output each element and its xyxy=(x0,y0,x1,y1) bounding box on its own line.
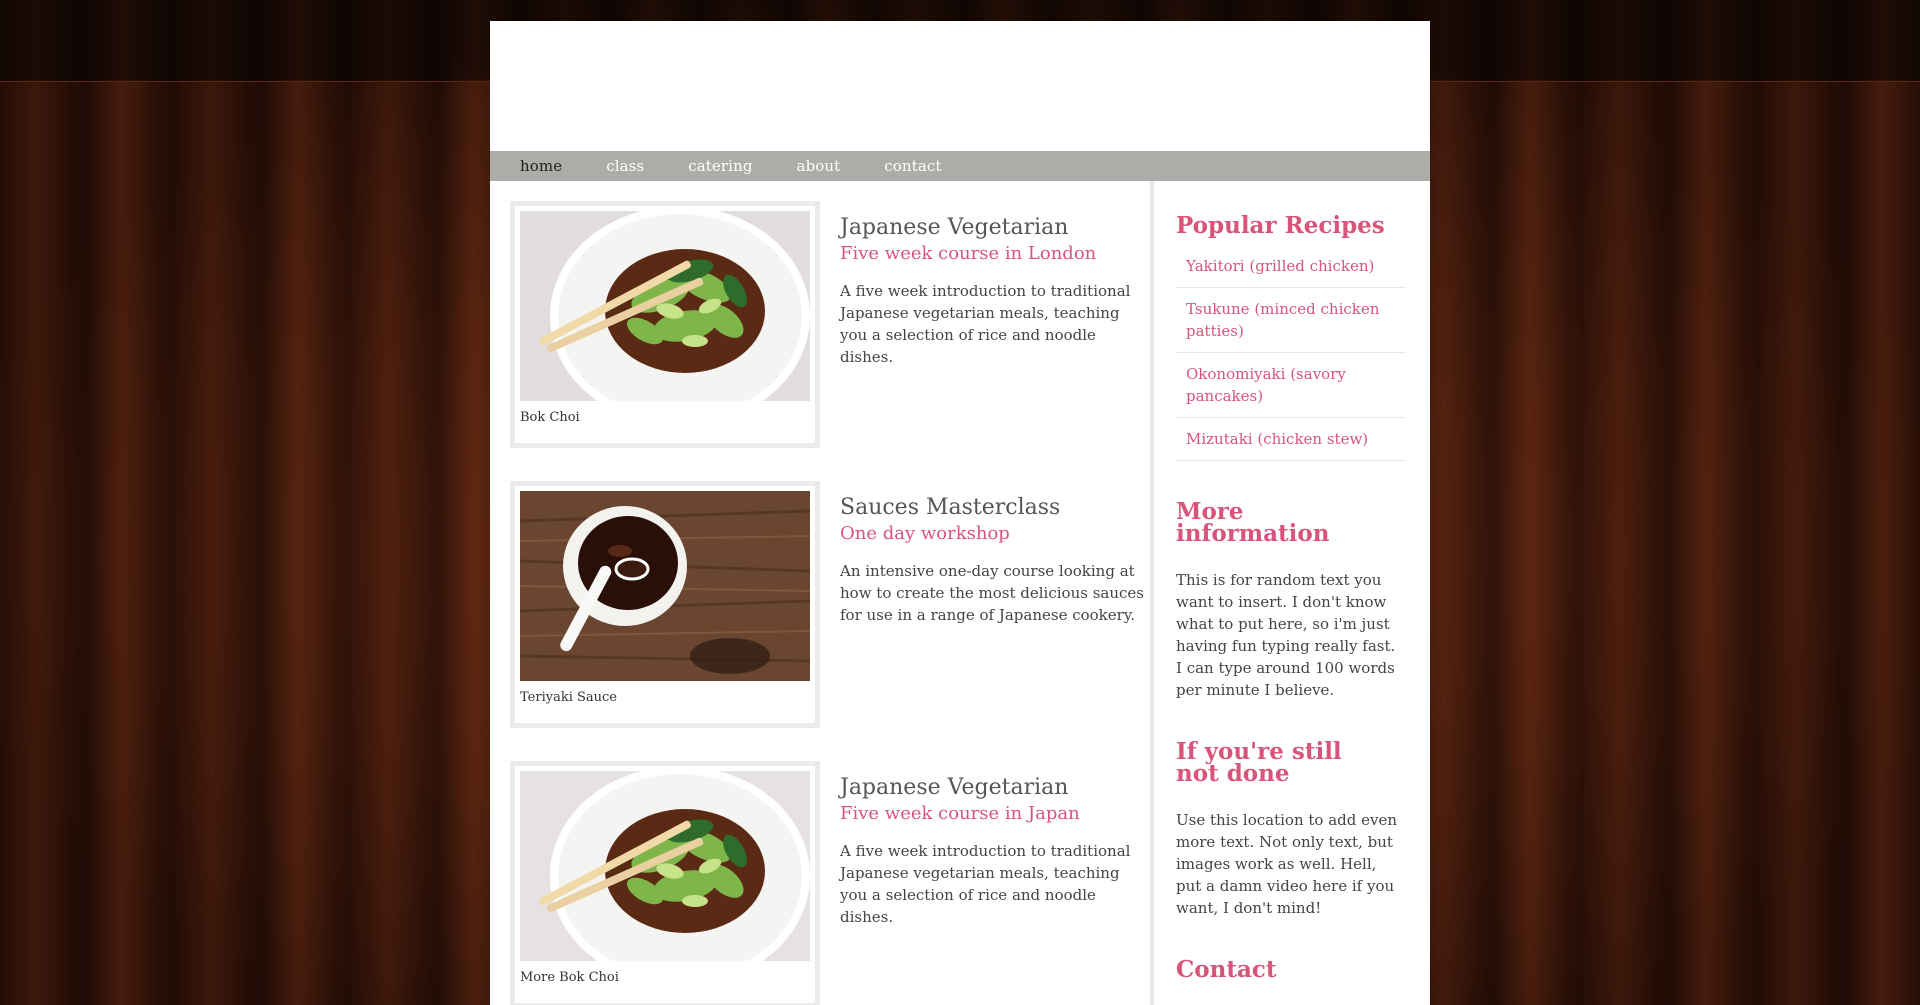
course-title[interactable]: Sauces Masterclass xyxy=(840,495,1150,521)
bok-choi-image[interactable] xyxy=(520,771,810,961)
photo-frame: More Bok Choi xyxy=(510,761,820,1005)
more-info-text: This is for random text you want to inse… xyxy=(1176,571,1396,699)
photo-frame: Teriyaki Sauce xyxy=(510,481,820,728)
nav-contact[interactable]: contact xyxy=(884,157,941,175)
nav-home[interactable]: home xyxy=(520,157,562,175)
course-card: Teriyaki Sauce Sauces Masterclass One da… xyxy=(510,481,1150,761)
photo-caption: Bok Choi xyxy=(520,410,580,425)
course-subtitle: Five week course in Japan xyxy=(840,803,1080,824)
header-banner xyxy=(490,21,1430,151)
photo-frame: Bok Choi xyxy=(510,201,820,448)
course-description: An intensive one-day course looking at h… xyxy=(840,562,1144,624)
teriyaki-sauce-image[interactable] xyxy=(520,491,810,681)
photo-caption: Teriyaki Sauce xyxy=(520,690,617,705)
recipe-link[interactable]: Mizutaki (chicken stew) xyxy=(1176,418,1406,461)
still-not-done-heading: If you're still not done xyxy=(1176,738,1342,787)
main-nav: home class catering about contact xyxy=(490,151,1430,181)
course-title[interactable]: Japanese Vegetarian xyxy=(840,775,1150,801)
course-title[interactable]: Japanese Vegetarian xyxy=(840,215,1150,241)
recipe-link[interactable]: Okonomiyaki (savory pancakes) xyxy=(1176,353,1406,418)
course-text: Japanese Vegetarian Five week course in … xyxy=(840,761,1150,1005)
course-subtitle: One day workshop xyxy=(840,523,1010,544)
course-description: A five week introduction to traditional … xyxy=(840,842,1131,926)
main-area: Bok Choi Japanese Vegetarian Five week c… xyxy=(490,181,1430,1005)
course-card: More Bok Choi Japanese Vegetarian Five w… xyxy=(510,761,1150,1005)
bok-choi-image[interactable] xyxy=(520,211,810,401)
nav-class[interactable]: class xyxy=(606,157,644,175)
page-container: home class catering about contact Bok Ch… xyxy=(490,21,1430,1005)
course-card: Bok Choi Japanese Vegetarian Five week c… xyxy=(510,201,1150,481)
still-not-done-block: If you're still not done Use this locati… xyxy=(1176,738,1397,919)
popular-recipes-list: Yakitori (grilled chicken) Tsukune (minc… xyxy=(1176,253,1406,461)
recipe-link[interactable]: Tsukune (minced chicken patties) xyxy=(1176,288,1406,353)
course-description: A five week introduction to traditional … xyxy=(840,282,1131,366)
course-subtitle: Five week course in London xyxy=(840,243,1097,264)
course-text: Sauces Masterclass One day workshop An i… xyxy=(840,481,1150,761)
nav-catering[interactable]: catering xyxy=(688,157,752,175)
recipe-link[interactable]: Yakitori (grilled chicken) xyxy=(1176,253,1406,288)
course-text: Japanese Vegetarian Five week course in … xyxy=(840,201,1150,481)
sidebar: Popular Recipes Yakitori (grilled chicke… xyxy=(1154,181,1406,1005)
popular-recipes-heading: Popular Recipes xyxy=(1176,212,1385,239)
still-not-done-text: Use this location to add even more text.… xyxy=(1176,811,1398,917)
contact-block: Contact xyxy=(1176,956,1386,983)
photo-caption: More Bok Choi xyxy=(520,970,619,985)
contact-heading: Contact xyxy=(1176,956,1277,983)
more-info-heading: More information xyxy=(1176,498,1330,547)
more-info-block: More information This is for random text… xyxy=(1176,498,1395,701)
course-list: Bok Choi Japanese Vegetarian Five week c… xyxy=(490,181,1150,1005)
nav-about[interactable]: about xyxy=(797,157,841,175)
